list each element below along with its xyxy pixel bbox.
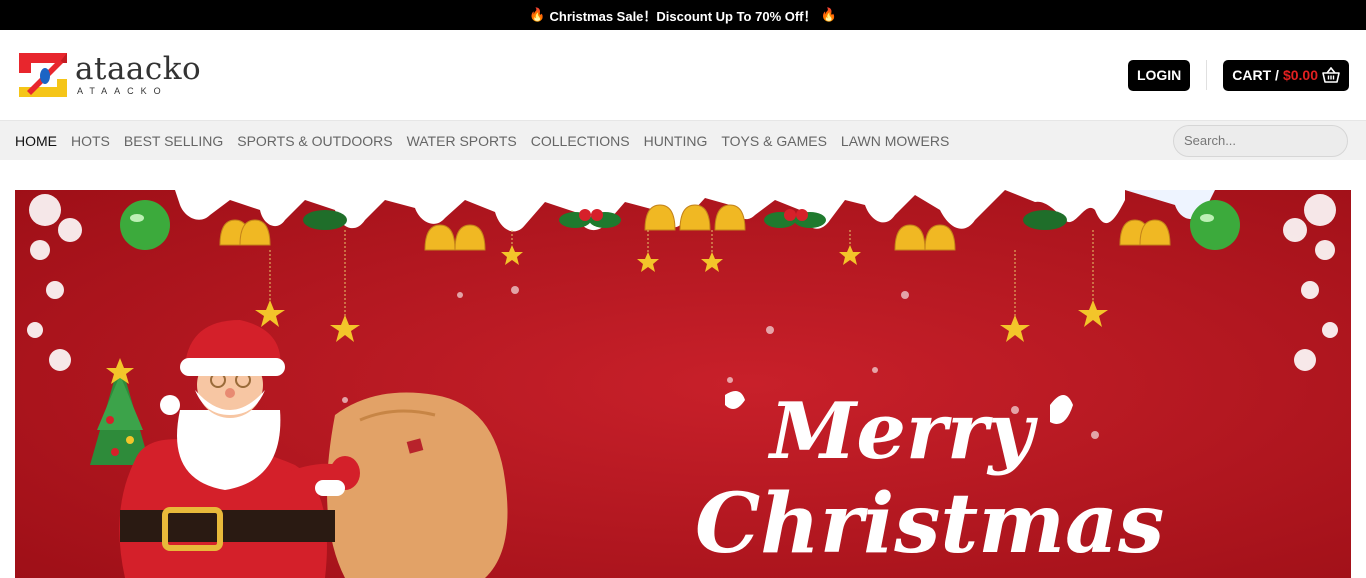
hero-illustration: Merry Christmas bbox=[15, 190, 1351, 578]
nav-item-hunting[interactable]: HUNTING bbox=[644, 133, 708, 149]
login-button[interactable]: LOGIN bbox=[1127, 59, 1191, 91]
announcement-bar: 🔥 Christmas Sale！Discount Up To 70% Off！… bbox=[0, 0, 1366, 30]
logo[interactable]: ataacko ATAACKO bbox=[17, 49, 201, 101]
nav-menu: HOME HOTS BEST SELLING SPORTS & OUTDOORS… bbox=[15, 133, 949, 149]
nav-item-water-sports[interactable]: WATER SPORTS bbox=[407, 133, 517, 149]
announcement-text: Christmas Sale！Discount Up To 70% Off！ bbox=[549, 8, 817, 24]
nav-item-hots[interactable]: HOTS bbox=[71, 133, 110, 149]
nav-item-collections[interactable]: COLLECTIONS bbox=[531, 133, 630, 149]
nav-item-lawn-mowers[interactable]: LAWN MOWERS bbox=[841, 133, 949, 149]
cart-button[interactable]: CART / $0.00 bbox=[1223, 59, 1349, 91]
nav-item-sports-outdoors[interactable]: SPORTS & OUTDOORS bbox=[237, 133, 392, 149]
hero-line1: Merry bbox=[767, 386, 1038, 477]
nav-item-toys-games[interactable]: TOYS & GAMES bbox=[721, 133, 827, 149]
hero-banner[interactable]: Merry Christmas bbox=[15, 190, 1351, 578]
site-header: ataacko ATAACKO LOGIN CART / $0.00 bbox=[0, 30, 1366, 120]
cart-label: CART / bbox=[1232, 67, 1279, 83]
fire-icon: 🔥 bbox=[529, 7, 546, 22]
nav-item-best-selling[interactable]: BEST SELLING bbox=[124, 133, 223, 149]
main-nav: HOME HOTS BEST SELLING SPORTS & OUTDOORS… bbox=[0, 120, 1366, 160]
fire-icon: 🔥 bbox=[820, 7, 837, 22]
login-label: LOGIN bbox=[1136, 67, 1182, 83]
search-input[interactable] bbox=[1184, 133, 1360, 148]
search-box bbox=[1173, 124, 1360, 157]
header-divider bbox=[1206, 60, 1208, 90]
logo-tagline: ATAACKO bbox=[77, 86, 168, 96]
basket-icon bbox=[1322, 67, 1340, 83]
logo-name: ataacko bbox=[75, 51, 202, 87]
hero-line2: Christmas bbox=[695, 476, 1164, 572]
nav-item-home[interactable]: HOME bbox=[15, 133, 57, 149]
cart-amount: $0.00 bbox=[1282, 67, 1318, 83]
logo-mark-icon bbox=[19, 53, 67, 97]
